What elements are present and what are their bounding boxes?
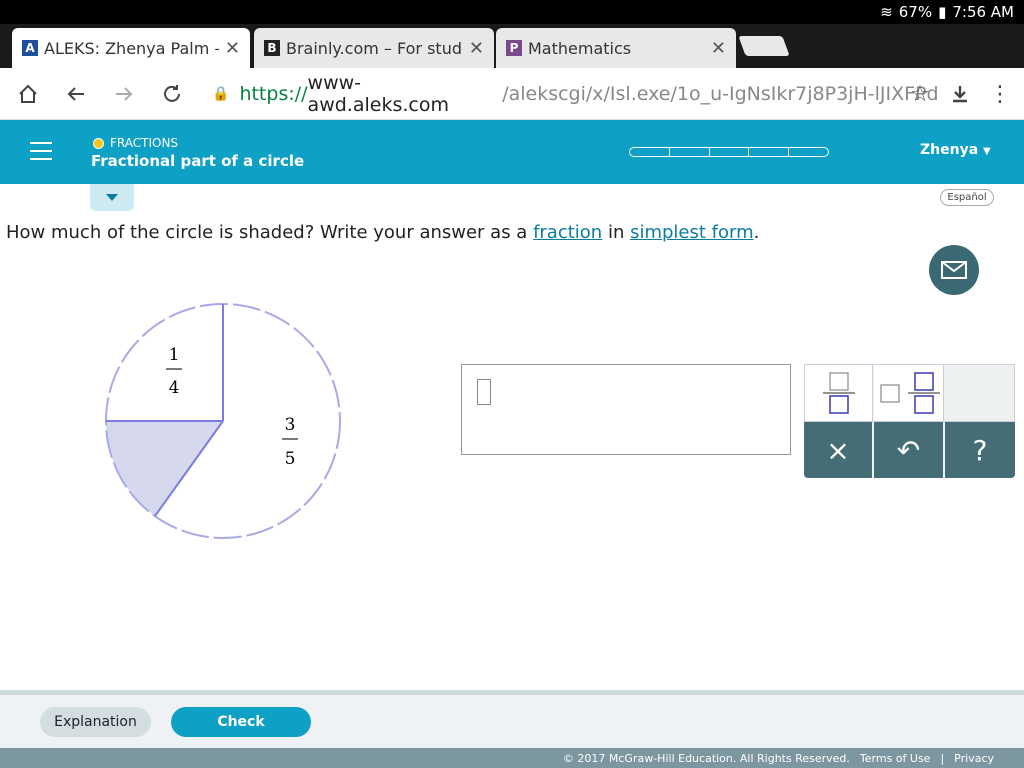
aleks-favicon-icon: A (22, 40, 38, 56)
close-tab-icon[interactable]: ✕ (225, 38, 240, 59)
chevron-down-icon: ▼ (983, 146, 991, 157)
status-bar: ≋ 67% ▮ 7:56 AM (0, 0, 1024, 24)
answer-input[interactable] (461, 364, 791, 455)
input-cursor-box (477, 379, 491, 405)
reload-icon[interactable] (158, 80, 186, 108)
footer-separator: | (940, 751, 945, 765)
keypad-action-row: × ↶ ? (804, 422, 1015, 478)
fraction-link[interactable]: fraction (533, 222, 602, 243)
circle-figure: 1 4 3 5 (105, 303, 341, 539)
clear-button[interactable]: × (804, 422, 874, 478)
envelope-icon (941, 261, 967, 279)
url-path: /alekscgi/x/Isl.exe/1o_u-IgNsIkr7j8P3jH-… (502, 83, 938, 105)
copyright-bar: © 2017 McGraw-Hill Education. All Rights… (0, 748, 1024, 768)
undo-button[interactable]: ↶ (874, 422, 945, 478)
user-menu[interactable]: Zhenya ▼ (920, 142, 991, 158)
browser-toolbar: 🔒 https:// www-awd.aleks.com /alekscgi/x… (0, 68, 1024, 120)
download-icon[interactable] (946, 80, 974, 108)
lock-icon: 🔒 (212, 86, 230, 102)
mixed-number-template-icon (879, 372, 940, 414)
progress-segment (670, 148, 710, 156)
p-favicon-icon: P (506, 40, 522, 56)
bookmark-star-icon[interactable]: ☆ (906, 80, 934, 108)
fraction-label-quarter-denominator: 4 (169, 378, 180, 398)
chevron-down-icon (106, 194, 118, 201)
math-keypad: × ↶ ? (804, 364, 1015, 478)
keypad-template-row (804, 364, 1015, 422)
close-tab-icon[interactable]: ✕ (469, 38, 484, 59)
copyright-text: © 2017 McGraw-Hill Education. All Rights… (562, 751, 850, 765)
hamburger-menu-icon[interactable] (30, 142, 52, 160)
fraction-label-threefifths-denominator: 5 (285, 449, 296, 469)
fraction-template-button[interactable] (805, 365, 873, 421)
progress-segment (789, 148, 828, 156)
progress-bar (629, 147, 829, 157)
fraction-template-icon (822, 372, 855, 414)
address-bar[interactable]: 🔒 https:// www-awd.aleks.com /alekscgi/x… (198, 72, 938, 116)
topic-title: Fractional part of a circle (91, 152, 305, 170)
forward-icon[interactable] (110, 80, 138, 108)
brainly-favicon-icon: B (264, 40, 280, 56)
fraction-label-threefifths-numerator: 3 (285, 415, 296, 435)
tab-title: Mathematics (528, 38, 632, 58)
espanol-button[interactable]: Español (940, 189, 994, 206)
tab-strip: A ALEKS: Zhenya Palm – L ✕ B Brainly.com… (0, 24, 1024, 68)
home-icon[interactable] (14, 80, 42, 108)
message-button[interactable] (929, 245, 979, 295)
back-icon[interactable] (62, 80, 90, 108)
header-collapse-toggle[interactable] (90, 184, 134, 211)
menu-dots-icon[interactable]: ⋮ (986, 80, 1014, 108)
check-button[interactable]: Check (171, 707, 311, 737)
simplest-form-link[interactable]: simplest form (630, 222, 754, 243)
battery-level: 67% (898, 3, 933, 21)
clock: 7:56 AM (952, 3, 1014, 21)
action-bar: Explanation Check (0, 690, 1024, 748)
explanation-button[interactable]: Explanation (40, 707, 151, 737)
url-scheme: https:// (239, 83, 308, 105)
url-host: www-awd.aleks.com (307, 72, 449, 116)
aleks-header: FRACTIONS Fractional part of a circle Zh… (0, 120, 1024, 184)
progress-segment (710, 148, 750, 156)
question-text: How much of the circle is shaded? Write … (6, 222, 760, 243)
terms-link[interactable]: Terms of Use (860, 752, 931, 765)
mixed-number-template-button[interactable] (874, 365, 944, 421)
progress-segment (630, 148, 670, 156)
topic-label: FRACTIONS (93, 136, 178, 150)
wifi-icon: ≋ (880, 3, 893, 21)
tab-title: Brainly.com – For studen (286, 38, 463, 58)
tab-mathematics[interactable]: P Mathematics ✕ (496, 28, 736, 68)
privacy-link[interactable]: Privacy (954, 752, 994, 765)
topic-dot-icon (93, 137, 104, 149)
progress-segment (749, 148, 790, 156)
battery-icon: ▮ (938, 3, 947, 21)
help-button[interactable]: ? (945, 422, 1015, 478)
tab-aleks[interactable]: A ALEKS: Zhenya Palm – L ✕ (12, 28, 250, 68)
tab-title: ALEKS: Zhenya Palm – L (44, 38, 219, 58)
fraction-label-quarter-numerator: 1 (169, 345, 180, 365)
tab-brainly[interactable]: B Brainly.com – For studen ✕ (254, 28, 494, 68)
close-tab-icon[interactable]: ✕ (711, 38, 726, 59)
new-tab-button[interactable] (738, 36, 790, 56)
